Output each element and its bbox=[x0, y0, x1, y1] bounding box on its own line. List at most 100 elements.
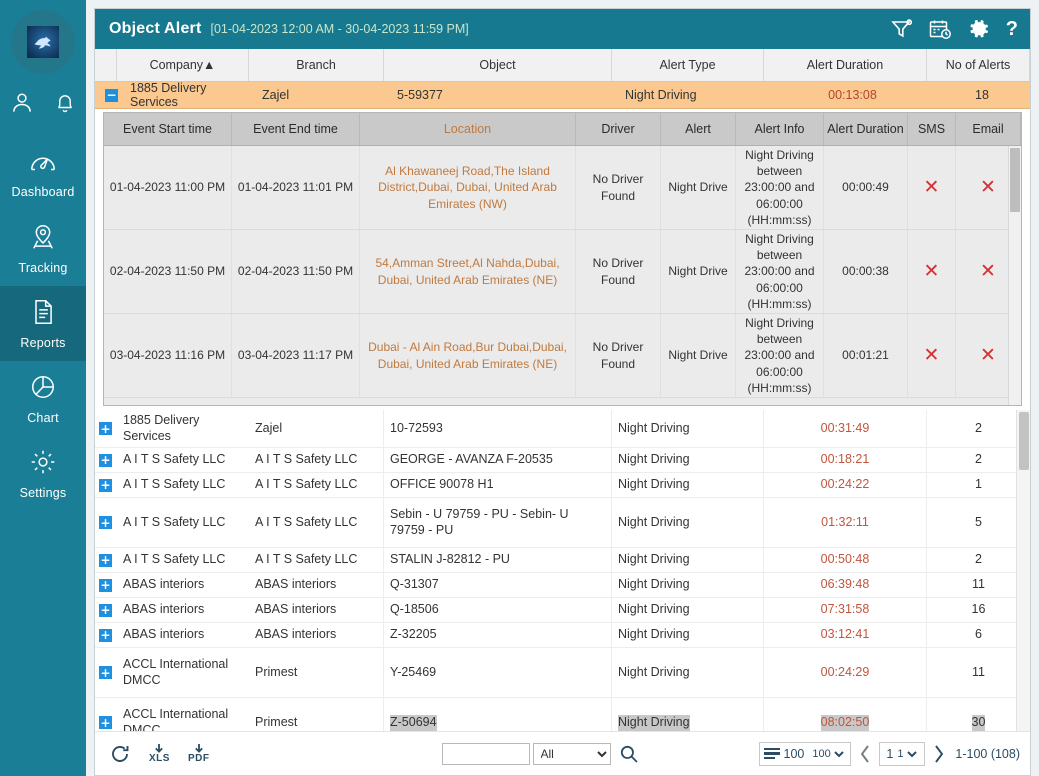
download-pdf-button[interactable]: PDF bbox=[188, 743, 210, 764]
detail-row[interactable]: 01-04-2023 11:00 PM 01-04-2023 11:01 PM … bbox=[104, 146, 1021, 230]
grid-header-company[interactable]: Company▲ bbox=[117, 49, 249, 81]
selected-text: 30 bbox=[972, 715, 986, 731]
cell-company: ACCL International DMCC bbox=[117, 648, 249, 697]
page-number-control[interactable]: 1 1 bbox=[879, 742, 925, 766]
grid-header-alert-type[interactable]: Alert Type bbox=[612, 49, 764, 81]
page-number-select[interactable]: 1 bbox=[893, 747, 920, 761]
expand-row-button[interactable]: + bbox=[99, 479, 112, 492]
detail-header-location[interactable]: Location bbox=[360, 113, 576, 145]
detail-header-sms[interactable]: SMS bbox=[908, 113, 956, 145]
table-row[interactable]: +A I T S Safety LLCA I T S Safety LLCGEO… bbox=[95, 448, 1030, 473]
expand-row-button[interactable]: + bbox=[99, 422, 112, 435]
page-title: Object Alert bbox=[109, 20, 202, 38]
prev-page-button[interactable] bbox=[858, 743, 872, 765]
next-page-button[interactable] bbox=[932, 743, 946, 765]
detail-row[interactable]: 02-04-2023 11:50 PM 02-04-2023 11:50 PM … bbox=[104, 230, 1021, 314]
table-row[interactable]: +A I T S Safety LLCA I T S Safety LLCSTA… bbox=[95, 548, 1030, 573]
sidebar-item-dashboard[interactable]: Dashboard bbox=[0, 136, 86, 211]
pie-chart-icon bbox=[29, 373, 57, 406]
user-icon[interactable] bbox=[9, 90, 35, 116]
table-row-expanded[interactable]: − 1885 Delivery Services Zajel 5-59377 N… bbox=[95, 82, 1030, 109]
grid-header-object[interactable]: Object bbox=[384, 49, 612, 81]
sidebar-item-label: Settings bbox=[20, 486, 67, 500]
detail-scrollbar-thumb[interactable] bbox=[1010, 148, 1020, 212]
document-icon bbox=[30, 298, 56, 331]
detail-cell-driver: No Driver Found bbox=[576, 314, 661, 397]
table-row[interactable]: +ABAS interiorsABAS interiorsQ-18506Nigh… bbox=[95, 598, 1030, 623]
expand-row-button[interactable]: + bbox=[99, 516, 112, 529]
cell-alert-duration: 00:24:29 bbox=[764, 648, 927, 697]
expand-row-button[interactable]: + bbox=[99, 716, 112, 729]
detail-header-event-start[interactable]: Event Start time bbox=[104, 113, 232, 145]
search-icon[interactable] bbox=[619, 744, 639, 764]
cell-branch: Primest bbox=[249, 648, 384, 697]
detail-cell-end: 01-04-2023 11:01 PM bbox=[232, 146, 360, 229]
grid-scrollbar-thumb[interactable] bbox=[1019, 412, 1029, 470]
grid-scrollbar[interactable] bbox=[1016, 410, 1030, 731]
row-expander-cell: + bbox=[95, 448, 117, 472]
table-row[interactable]: +A I T S Safety LLCA I T S Safety LLCSeb… bbox=[95, 498, 1030, 548]
row-expander-cell: + bbox=[95, 410, 117, 447]
filter-icon[interactable] bbox=[891, 19, 913, 39]
detail-cell-sms: ✕ bbox=[908, 314, 956, 397]
logo[interactable] bbox=[11, 10, 75, 74]
cell-branch: Primest bbox=[249, 698, 384, 731]
eagle-logo-icon bbox=[27, 26, 59, 58]
cell-object: Q-18506 bbox=[384, 598, 612, 622]
row-expander-cell: + bbox=[95, 548, 117, 572]
sidebar-item-chart[interactable]: Chart bbox=[0, 361, 86, 436]
row-expander-cell: + bbox=[95, 598, 117, 622]
refresh-icon[interactable] bbox=[109, 743, 131, 765]
detail-cell-alert-info: Night Driving between 23:00:00 and 06:00… bbox=[736, 230, 824, 313]
sidebar-item-settings[interactable]: Settings bbox=[0, 436, 86, 511]
table-row[interactable]: +A I T S Safety LLCA I T S Safety LLCOFF… bbox=[95, 473, 1030, 498]
expand-row-button[interactable]: + bbox=[99, 454, 112, 467]
collapse-row-button[interactable]: − bbox=[105, 89, 118, 102]
help-icon[interactable]: ? bbox=[1006, 19, 1018, 39]
gear-icon[interactable] bbox=[968, 18, 990, 40]
expand-row-button[interactable]: + bbox=[99, 666, 112, 679]
table-row[interactable]: +1885 Delivery ServicesZajel10-72593Nigh… bbox=[95, 410, 1030, 448]
table-row[interactable]: +ACCL International DMCCPrimestY-25469Ni… bbox=[95, 648, 1030, 698]
grid-header-alert-duration[interactable]: Alert Duration bbox=[764, 49, 927, 81]
table-row[interactable]: +ABAS interiorsABAS interiorsQ-31307Nigh… bbox=[95, 573, 1030, 598]
detail-cell-end: 02-04-2023 11:50 PM bbox=[232, 230, 360, 313]
cell-company: A I T S Safety LLC bbox=[117, 548, 249, 572]
detail-scrollbar[interactable] bbox=[1008, 146, 1021, 405]
expand-row-button[interactable]: + bbox=[99, 604, 112, 617]
sidebar-quick-icons bbox=[0, 90, 86, 116]
detail-header-event-end[interactable]: Event End time bbox=[232, 113, 360, 145]
expand-row-button[interactable]: + bbox=[99, 554, 112, 567]
grid-header-branch[interactable]: Branch bbox=[249, 49, 384, 81]
detail-cell-alert: Night Drive bbox=[661, 146, 736, 229]
sidebar-item-tracking[interactable]: Tracking bbox=[0, 211, 86, 286]
rows-per-page-select[interactable]: 100 bbox=[808, 747, 847, 761]
detail-header-alert-duration[interactable]: Alert Duration bbox=[824, 113, 908, 145]
detail-header-email[interactable]: Email bbox=[956, 113, 1021, 145]
cell-branch: ABAS interiors bbox=[249, 573, 384, 597]
cell-alert-type: Night Driving bbox=[619, 82, 771, 108]
row-expander-cell: + bbox=[95, 648, 117, 697]
bell-icon[interactable] bbox=[53, 90, 77, 116]
current-page-value: 1 bbox=[886, 747, 893, 761]
grid-header-no-of-alerts[interactable]: No of Alerts bbox=[927, 49, 1030, 81]
download-xls-button[interactable]: XLS bbox=[149, 743, 170, 764]
expand-row-button[interactable]: + bbox=[99, 579, 112, 592]
table-row[interactable]: +ACCL International DMCCPrimestZ-50694Ni… bbox=[95, 698, 1030, 731]
detail-header-driver[interactable]: Driver bbox=[576, 113, 661, 145]
cell-alert-type: Night Driving bbox=[612, 698, 764, 731]
detail-header-alert[interactable]: Alert bbox=[661, 113, 736, 145]
search-scope-select[interactable]: All bbox=[533, 743, 611, 765]
sidebar-item-reports[interactable]: Reports bbox=[0, 286, 86, 361]
detail-header-alert-info[interactable]: Alert Info bbox=[736, 113, 824, 145]
detail-row[interactable]: 03-04-2023 11:16 PM 03-04-2023 11:17 PM … bbox=[104, 314, 1021, 398]
rows-per-page-control[interactable]: 100 100 bbox=[759, 742, 852, 766]
table-row[interactable]: +ABAS interiorsABAS interiorsZ-32205Nigh… bbox=[95, 623, 1030, 648]
cell-alert-duration: 03:12:41 bbox=[764, 623, 927, 647]
detail-cell-location: 54,Amman Street,Al Nahda,Dubai, Dubai, U… bbox=[360, 230, 576, 313]
object-alert-panel: Object Alert [01-04-2023 12:00 AM - 30-0… bbox=[94, 8, 1031, 776]
search-input[interactable] bbox=[442, 743, 530, 765]
calendar-clock-icon[interactable] bbox=[929, 19, 952, 40]
x-icon: ✕ bbox=[980, 178, 996, 197]
expand-row-button[interactable]: + bbox=[99, 629, 112, 642]
